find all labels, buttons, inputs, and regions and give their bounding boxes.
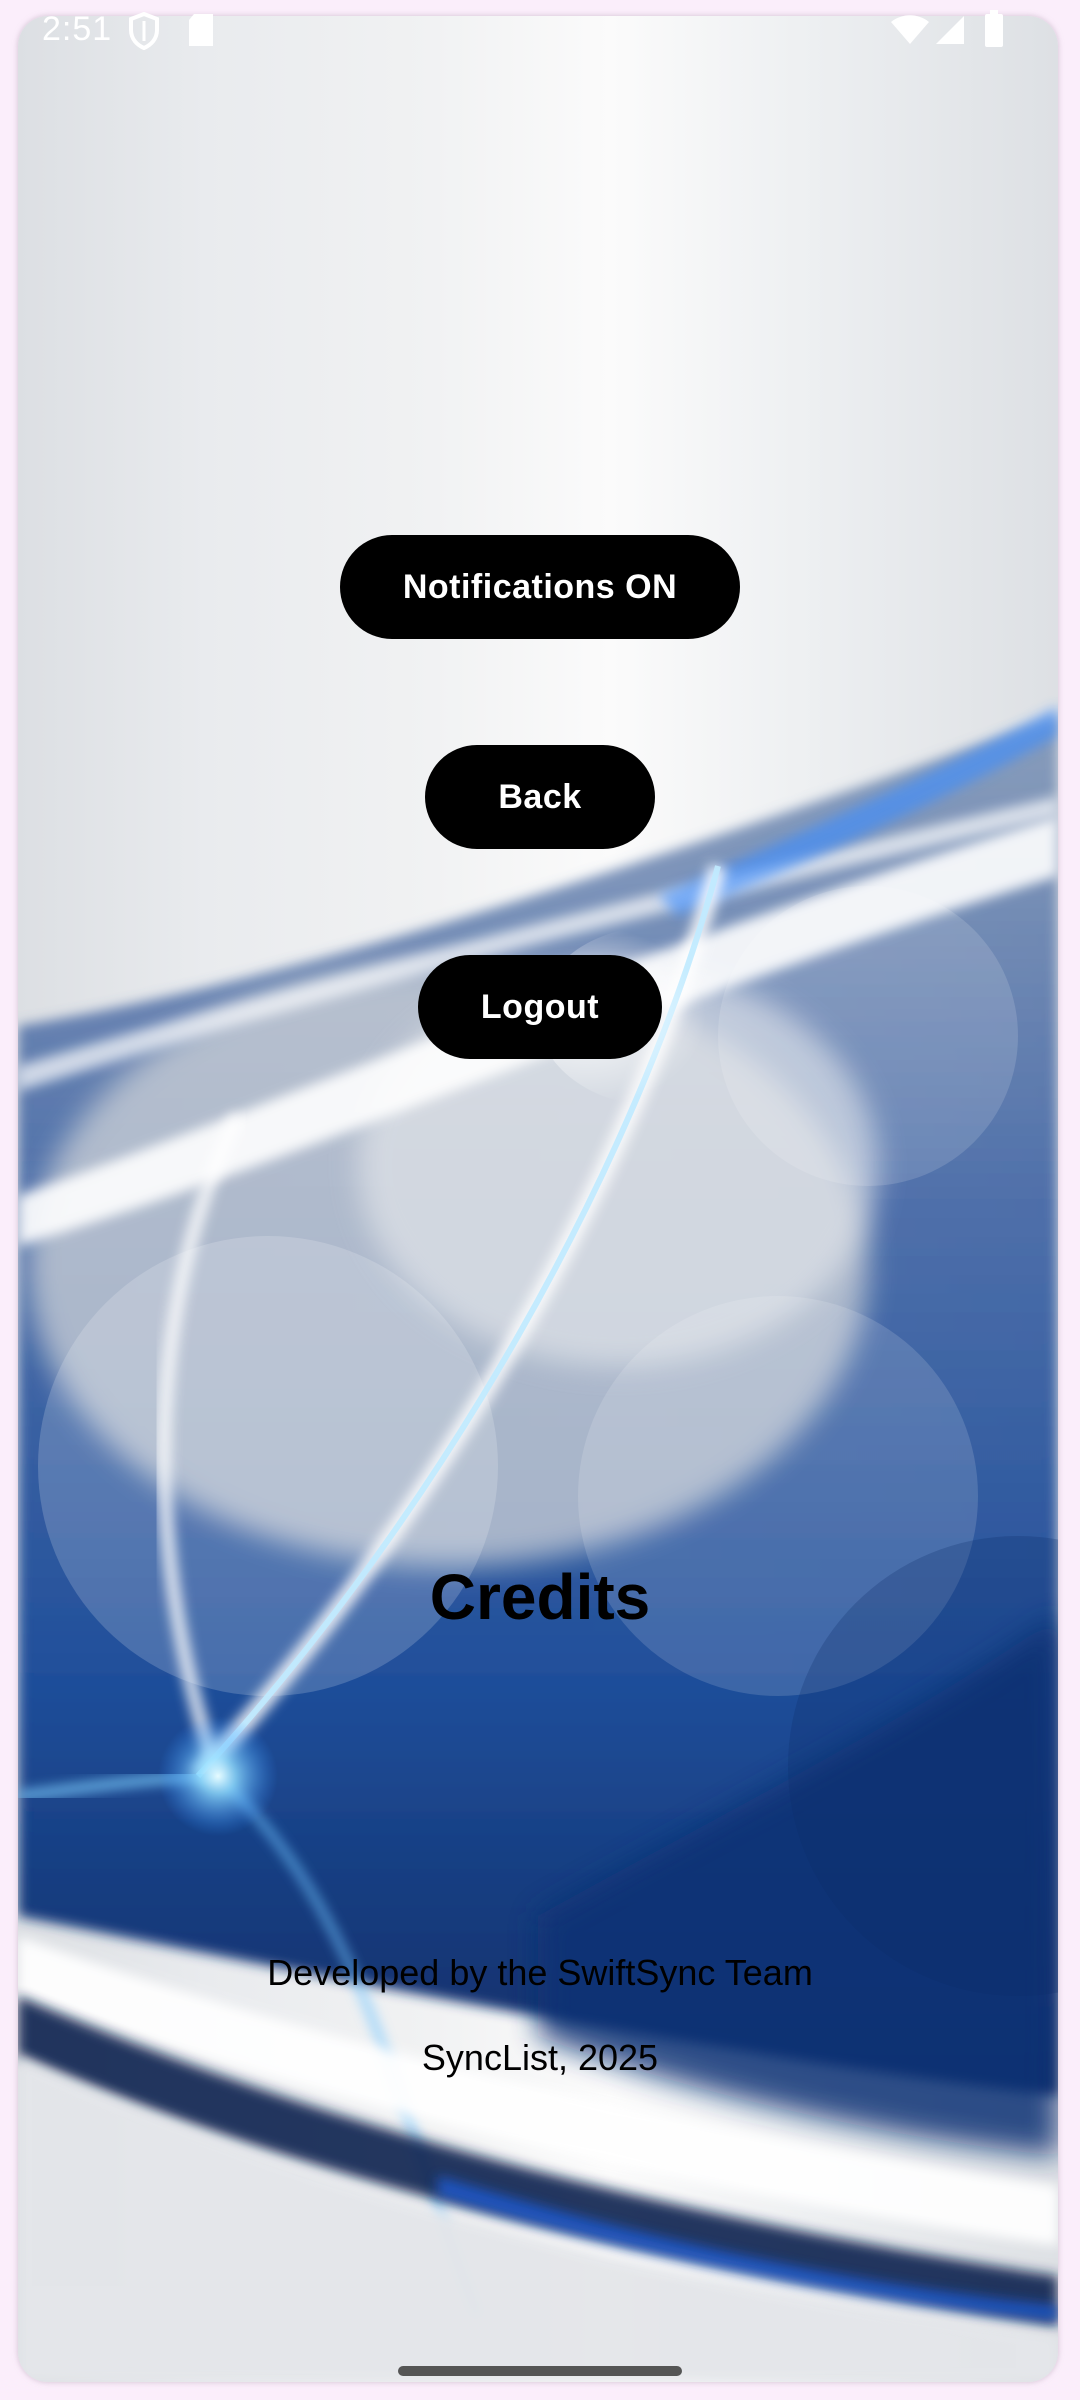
wifi-icon	[890, 14, 930, 51]
app-screen	[18, 16, 1058, 2382]
sd-card-icon	[186, 12, 216, 53]
logout-button-label: Logout	[480, 987, 600, 1026]
status-time: 2:51	[42, 10, 113, 48]
developer-credit-text: Developed by the SwiftSync Team	[267, 1952, 813, 1993]
back-button[interactable]: Back	[425, 745, 655, 849]
logout-button[interactable]: Logout	[418, 955, 662, 1059]
cell-signal-icon	[934, 14, 966, 51]
back-button-label: Back	[498, 777, 582, 816]
status-bar: 2:51	[0, 0, 1080, 64]
app-credit-text: SyncList, 2025	[421, 2037, 659, 2078]
home-indicator[interactable]	[398, 2366, 682, 2376]
notifications-toggle-button[interactable]: Notifications ON	[340, 535, 740, 639]
background-image	[18, 706, 1058, 2382]
notifications-toggle-label: Notifications ON	[402, 567, 678, 606]
shield-icon	[128, 11, 160, 55]
credits-title: Credits	[429, 1561, 651, 1633]
battery-icon	[984, 10, 1004, 53]
